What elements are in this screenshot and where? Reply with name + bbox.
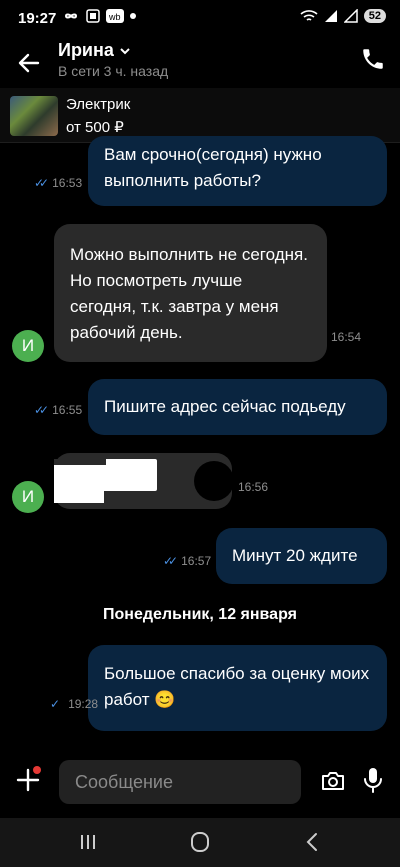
message-meta: ✓✓ 16:57 (163, 554, 211, 568)
infinity-icon (64, 13, 78, 19)
signal-icon (324, 10, 337, 22)
chat-header: Ирина В сети 3 ч. назад (0, 36, 400, 88)
message-text: Большое спасибо за оценку моих работ 😊 (104, 664, 370, 709)
message-text: Минут 20 ждите (232, 546, 358, 565)
phone-icon[interactable] (360, 46, 386, 72)
listing-card[interactable]: Электрик от 500 ₽ (0, 88, 400, 143)
message-composer (0, 742, 400, 818)
status-time: 19:27 (18, 10, 57, 27)
read-check-icon: ✓✓ (34, 403, 49, 417)
sent-check-icon: ✓ (50, 697, 61, 711)
message-time: 16:53 (52, 176, 83, 190)
message-bubble[interactable]: Минут 20 ждите (216, 528, 387, 584)
notification-icons: wb (62, 9, 136, 23)
redaction-block (54, 459, 106, 465)
message-meta: 16:56 (238, 480, 268, 494)
home-icon[interactable] (186, 830, 214, 854)
battery-level: 52 (363, 9, 386, 23)
contact-name: Ирина (58, 40, 114, 60)
read-check-icon: ✓✓ (163, 554, 178, 568)
status-bar: 19:27 wb 52 (0, 0, 400, 36)
chevron-down-icon (120, 48, 130, 55)
message-time: 16:55 (52, 403, 83, 417)
read-check-icon: ✓✓ (34, 176, 49, 190)
message-meta: 16:54 (331, 330, 361, 344)
redacted-attachment-bubble[interactable] (54, 453, 234, 509)
back-arrow-icon[interactable] (16, 50, 42, 76)
microphone-icon[interactable] (362, 766, 384, 794)
signal2-icon (343, 9, 358, 23)
online-status: В сети 3 ч. назад (58, 63, 169, 79)
message-text: Можно выполнить не сегодня. Но посмотрет… (70, 245, 308, 342)
message-time: 19:28 (68, 697, 99, 711)
scan-icon (86, 9, 100, 23)
message-time: 16:57 (181, 554, 212, 568)
camera-icon[interactable] (320, 768, 346, 794)
message-time: 16:56 (238, 480, 269, 494)
listing-thumbnail (10, 96, 58, 136)
system-icons: 52 (300, 9, 386, 23)
message-bubble[interactable]: Пишите адрес сейчас подьеду (88, 379, 387, 435)
system-nav-bar (0, 818, 400, 867)
listing-title: Электрик (66, 96, 131, 113)
message-meta: ✓✓ 16:55 (34, 403, 82, 417)
notification-dot (33, 766, 41, 774)
wb-app-icon: wb (106, 9, 124, 23)
message-bubble[interactable]: Вам срочно(сегодня) нужно выполнить рабо… (88, 136, 387, 206)
avatar[interactable]: И (12, 481, 44, 513)
message-time: 16:54 (331, 330, 362, 344)
message-meta: ✓ 19:28 (50, 697, 98, 711)
message-input[interactable] (59, 760, 301, 804)
recent-apps-icon[interactable] (74, 830, 102, 854)
message-bubble[interactable]: Можно выполнить не сегодня. Но посмотрет… (54, 224, 327, 362)
svg-text:wb: wb (108, 12, 121, 22)
message-bubble[interactable]: Большое спасибо за оценку моих работ 😊 (88, 645, 387, 731)
message-text: Вам срочно(сегодня) нужно выполнить рабо… (104, 145, 322, 190)
avatar[interactable]: И (12, 330, 44, 362)
wifi-icon (300, 10, 318, 21)
message-meta: ✓✓ 16:53 (34, 176, 82, 190)
date-separator: Понедельник, 12 января (103, 606, 297, 623)
redaction-dark-shape (194, 461, 234, 501)
dot-icon (130, 13, 136, 19)
back-nav-icon[interactable] (298, 830, 326, 854)
message-text: Пишите адрес сейчас подьеду (104, 397, 346, 416)
contact-name-row[interactable]: Ирина (58, 40, 131, 61)
listing-price: от 500 ₽ (66, 119, 124, 136)
